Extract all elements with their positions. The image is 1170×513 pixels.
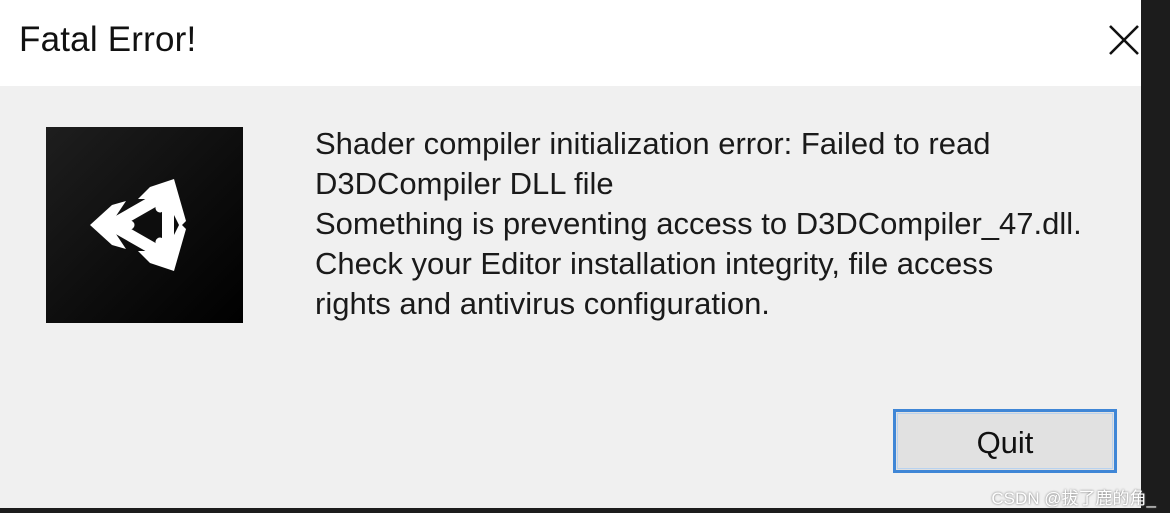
- quit-button[interactable]: Quit: [893, 409, 1117, 473]
- message-line: rights and antivirus configuration.: [315, 286, 770, 321]
- message-line: Something is preventing access to D3DCom…: [315, 206, 1082, 241]
- quit-button-label: Quit: [976, 425, 1034, 460]
- fatal-error-dialog: Fatal Error! Shader compiler initializat…: [0, 0, 1141, 508]
- close-icon: [1109, 25, 1139, 55]
- message-line: Check your Editor installation integrity…: [315, 246, 994, 281]
- error-message: Shader compiler initialization error: Fa…: [315, 124, 1135, 324]
- watermark: CSDN @拔了鹿的角_: [991, 489, 1156, 508]
- message-line: Shader compiler initialization error: Fa…: [315, 126, 991, 161]
- title-bar: Fatal Error!: [0, 0, 1141, 86]
- unity-logo-icon: [90, 179, 186, 271]
- dialog-content: Shader compiler initialization error: Fa…: [0, 86, 1141, 508]
- close-button[interactable]: [1088, 6, 1160, 74]
- dialog-title: Fatal Error!: [19, 20, 197, 59]
- message-line: D3DCompiler DLL file: [315, 166, 614, 201]
- unity-logo: [46, 127, 243, 323]
